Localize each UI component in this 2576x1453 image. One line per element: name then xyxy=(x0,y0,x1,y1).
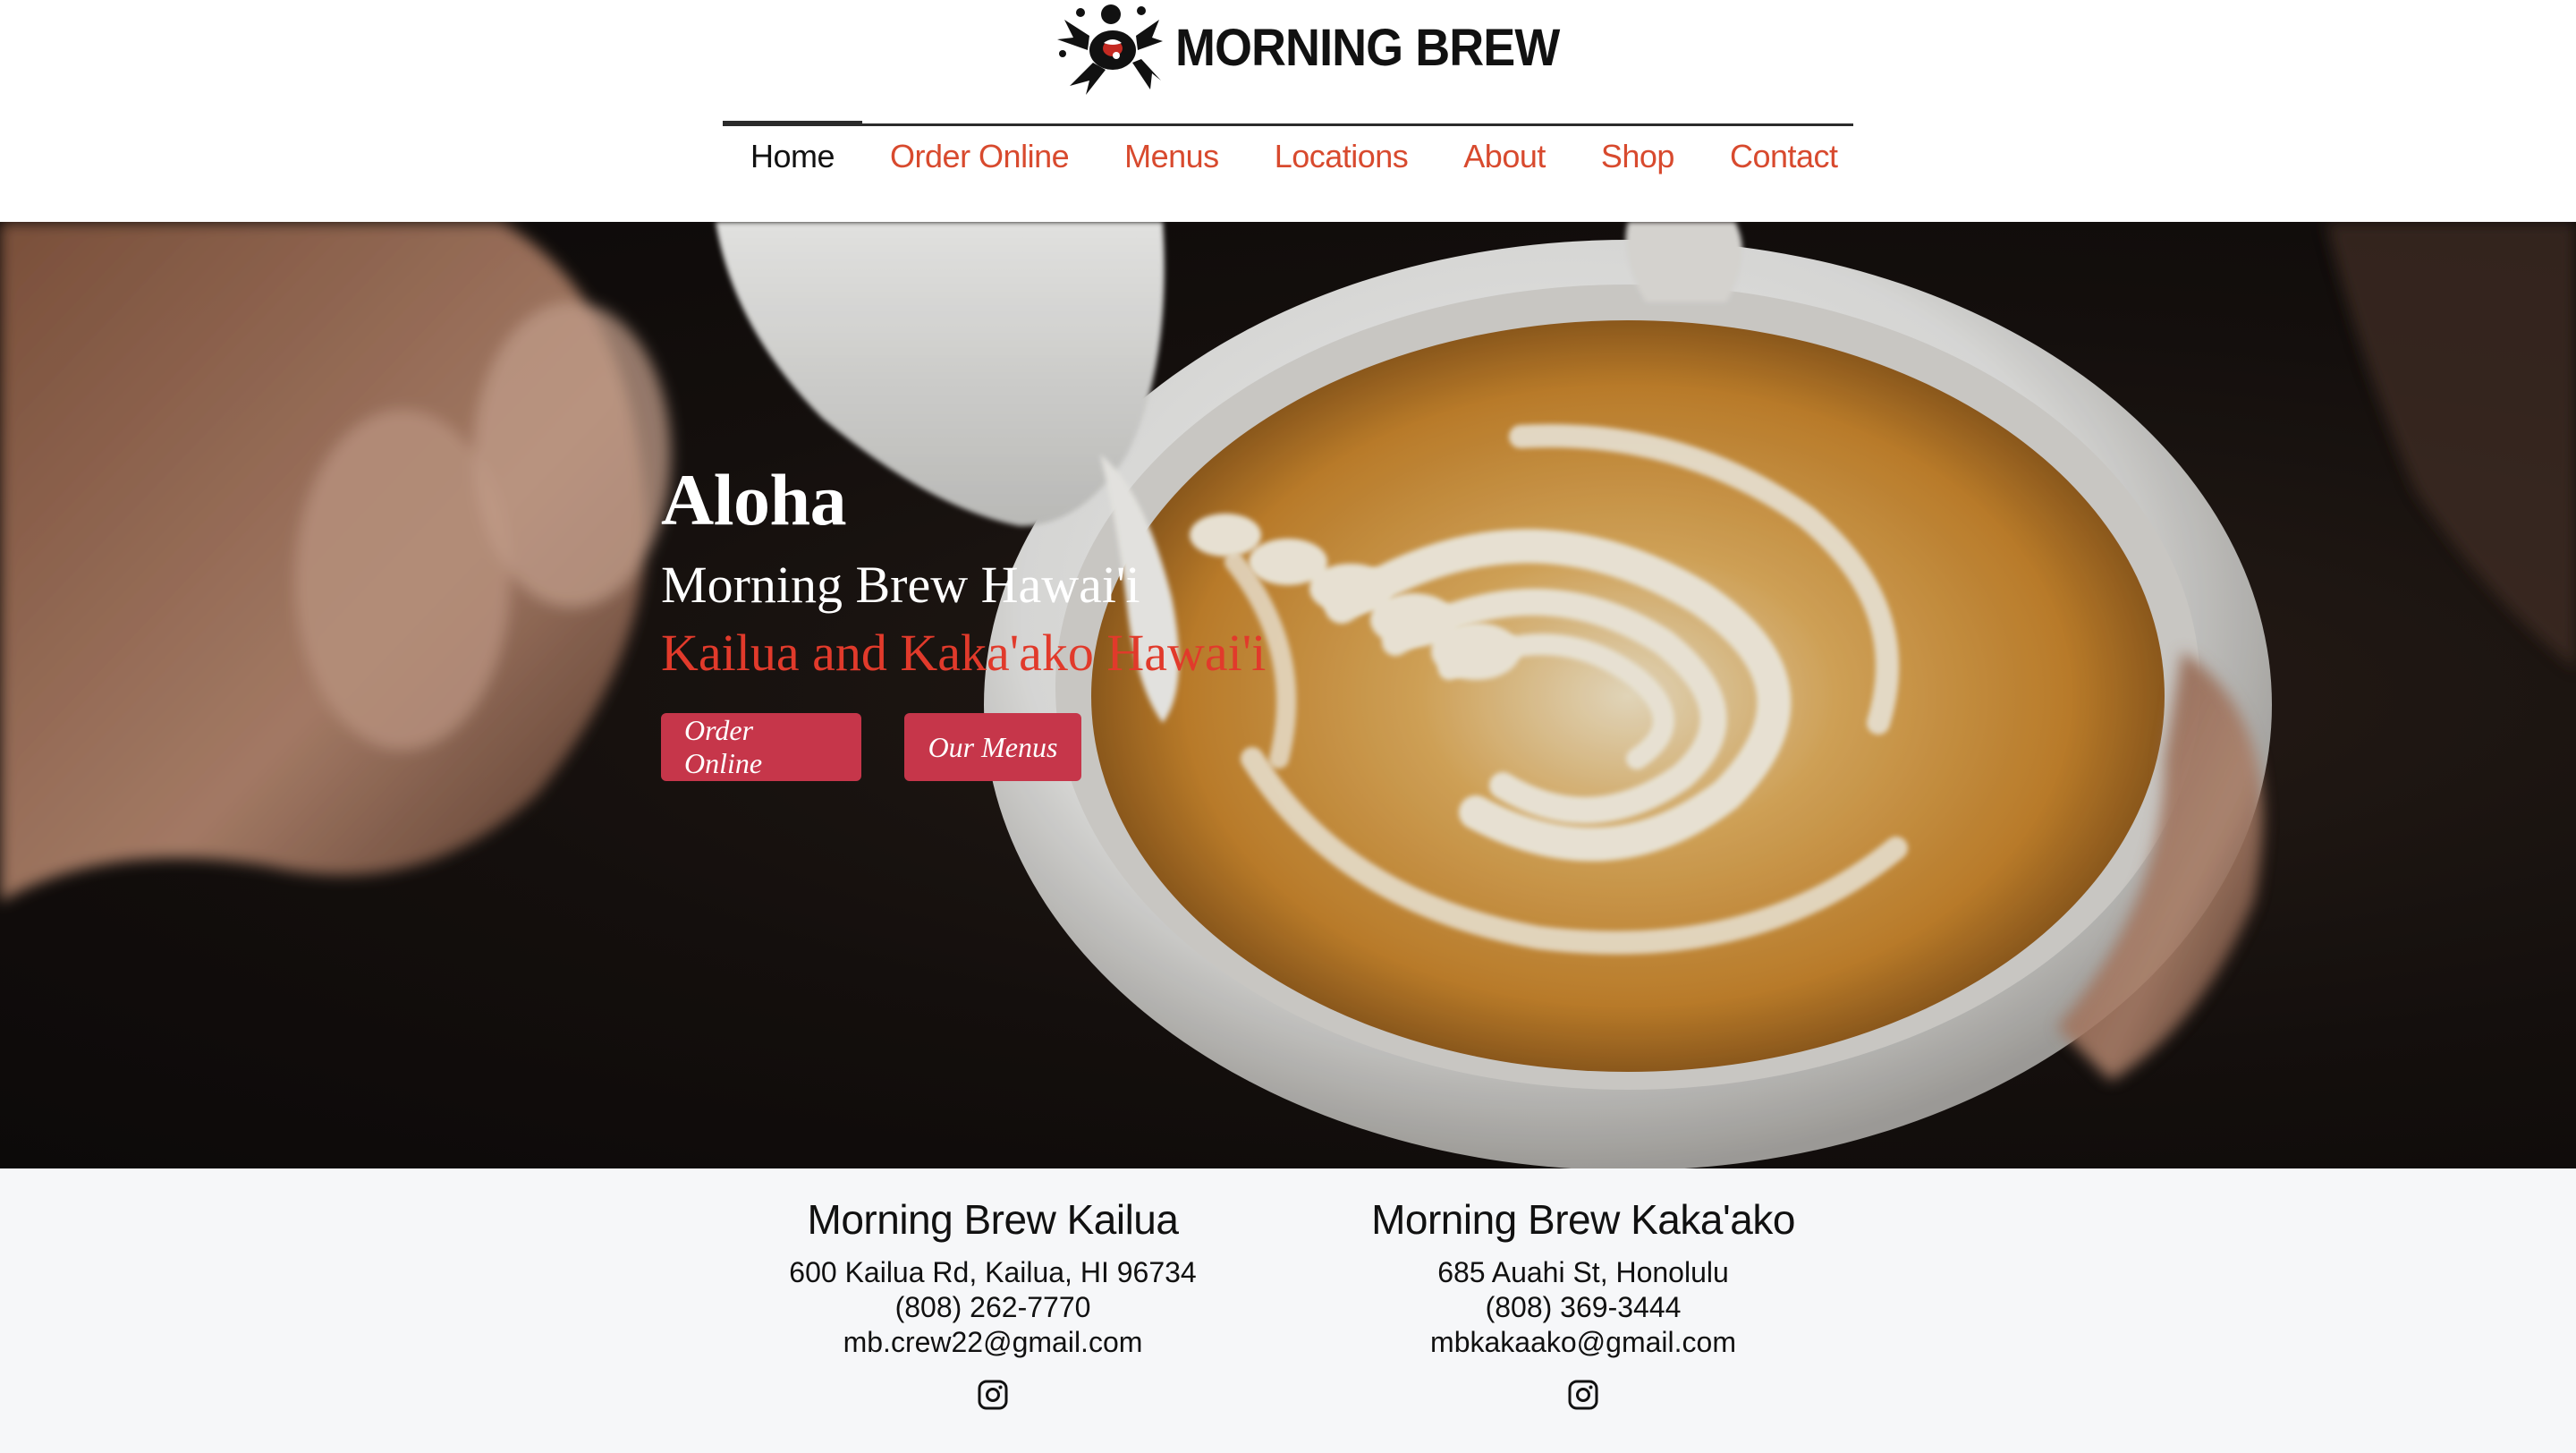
location-name: Morning Brew Kailua xyxy=(807,1196,1179,1243)
nav-order-online[interactable]: Order Online xyxy=(862,126,1097,186)
instagram-icon[interactable] xyxy=(978,1380,1008,1410)
nav-locations[interactable]: Locations xyxy=(1247,126,1436,186)
our-menus-button[interactable]: Our Menus xyxy=(904,713,1081,781)
location-name: Morning Brew Kaka'ako xyxy=(1371,1196,1795,1243)
location-address: 685 Auahi St, Honolulu xyxy=(1437,1256,1729,1289)
hero-subtitle: Morning Brew Hawai'i xyxy=(661,556,1140,614)
page: MORNING BREW Home Order Online Menus Loc… xyxy=(0,0,2576,1453)
brand-name: MORNING BREW xyxy=(1175,19,1560,77)
location-kailua: Morning Brew Kailua 600 Kailua Rd, Kailu… xyxy=(724,1195,1261,1415)
site-header: MORNING BREW Home Order Online Menus Loc… xyxy=(0,0,2576,222)
hero-text: Aloha Morning Brew Hawai'i Kailua and Ka… xyxy=(661,463,1266,682)
nav-home[interactable]: Home xyxy=(723,121,863,186)
instagram-icon[interactable] xyxy=(1568,1380,1598,1410)
brand-logo[interactable]: MORNING BREW xyxy=(1054,0,1589,97)
location-address: 600 Kailua Rd, Kailua, HI 96734 xyxy=(789,1256,1197,1289)
location-phone[interactable]: (808) 262-7770 xyxy=(724,1290,1261,1325)
hero-section: Aloha Morning Brew Hawai'i Kailua and Ka… xyxy=(0,222,2576,1168)
turtle-logo-icon xyxy=(1057,4,1163,95)
locations-section: Morning Brew Kailua 600 Kailua Rd, Kailu… xyxy=(0,1168,2576,1453)
hero-title: Aloha xyxy=(661,459,847,540)
nav-about[interactable]: About xyxy=(1436,126,1573,186)
location-phone[interactable]: (808) 369-3444 xyxy=(1315,1290,1852,1325)
location-kakaako: Morning Brew Kaka'ako 685 Auahi St, Hono… xyxy=(1315,1195,1852,1415)
order-online-button[interactable]: Order Online xyxy=(661,713,861,781)
location-email[interactable]: mbkakaako@gmail.com xyxy=(1315,1325,1852,1360)
nav-shop[interactable]: Shop xyxy=(1573,126,1702,186)
hero-location: Kailua and Kaka'ako Hawai'i xyxy=(661,623,1267,682)
nav-contact[interactable]: Contact xyxy=(1702,126,1866,186)
location-email[interactable]: mb.crew22@gmail.com xyxy=(724,1325,1261,1360)
latte-art-image xyxy=(0,222,2576,1168)
main-nav: Home Order Online Menus Locations About … xyxy=(723,121,1853,186)
hero-buttons: Order Online Our Menus xyxy=(661,713,1081,781)
nav-menus[interactable]: Menus xyxy=(1097,126,1247,186)
